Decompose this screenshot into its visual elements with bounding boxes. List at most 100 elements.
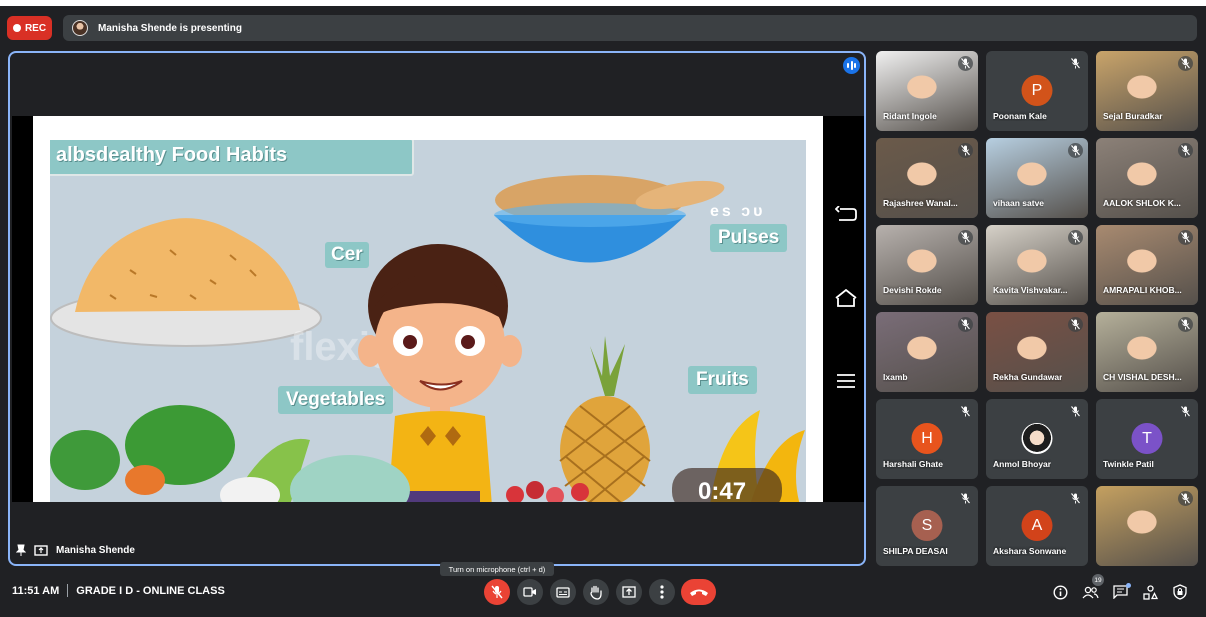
participant-tile[interactable]: vihaan satve <box>986 138 1088 218</box>
participant-name: Kavita Vishvakar... <box>993 285 1068 295</box>
activities-button[interactable] <box>1140 582 1160 602</box>
slide-title: albsdealthy Food Habits <box>50 140 414 176</box>
camera-icon <box>523 587 536 597</box>
mic-status <box>1068 317 1083 332</box>
presenting-bar: Manisha Shende is presenting <box>63 15 1197 41</box>
presenter-name: Manisha Shende <box>56 544 135 556</box>
participant-name: Akshara Sonwane <box>993 546 1067 556</box>
raise-hand-button[interactable] <box>583 579 609 605</box>
mic-status <box>1178 230 1193 245</box>
mic-muted-icon <box>1181 58 1190 69</box>
captions-button[interactable] <box>550 579 576 605</box>
participant-name: AMRAPALI KHOB... <box>1103 285 1182 295</box>
people-count-badge: 19 <box>1092 574 1104 586</box>
participant-avatar <box>1021 423 1053 454</box>
activities-icon <box>1142 584 1158 600</box>
divider <box>67 584 69 597</box>
participant-name: Rekha Gundawar <box>993 372 1063 382</box>
participant-name: Poonam Kale <box>993 111 1047 121</box>
presenter-avatar <box>72 20 88 36</box>
participant-tile[interactable]: Rajashree Wanal... <box>876 138 978 218</box>
present-now-button[interactable] <box>616 579 642 605</box>
mic-muted-icon <box>1071 493 1080 504</box>
recording-badge[interactable]: REC <box>7 16 52 40</box>
participant-name: SHILPA DEASAI <box>883 546 948 556</box>
record-dot-icon <box>12 24 21 32</box>
shield-lock-icon <box>1173 584 1187 600</box>
mic-status <box>1178 56 1193 71</box>
mic-muted-icon <box>961 319 970 330</box>
participant-tile[interactable]: Anmol Bhoyar <box>986 399 1088 479</box>
mic-status <box>958 143 973 158</box>
mic-status <box>1068 143 1083 158</box>
mic-status <box>1068 230 1083 245</box>
participant-avatar: A <box>1021 510 1053 541</box>
mic-muted-icon <box>961 145 970 156</box>
present-icon <box>622 586 636 598</box>
participant-name: CH VISHAL DESH... <box>1103 372 1182 382</box>
rice-plate-icon <box>50 218 322 347</box>
more-icon <box>660 585 664 599</box>
participant-name: Twinkle Patil <box>1103 459 1154 469</box>
menu-icon[interactable] <box>836 374 856 388</box>
participant-tile[interactable]: Ridant Ingole <box>876 51 978 131</box>
shared-screen: albsdealthy Food Habits Cer es ɔᴜ Pulses… <box>12 116 864 502</box>
mic-toggle-button[interactable] <box>484 579 510 605</box>
mic-status <box>1178 404 1193 419</box>
participant-name: Ridant Ingole <box>883 111 937 121</box>
android-nav-bar <box>834 206 858 388</box>
mic-muted-icon <box>961 406 970 417</box>
mic-muted-icon <box>1181 232 1190 243</box>
host-controls-button[interactable] <box>1170 582 1190 602</box>
vegetables-icon <box>50 405 410 502</box>
presentation-stage[interactable]: albsdealthy Food Habits Cer es ɔᴜ Pulses… <box>8 51 866 566</box>
recording-label: REC <box>24 22 47 34</box>
participant-tile[interactable]: Rekha Gundawar <box>986 312 1088 392</box>
pin-icon[interactable] <box>16 544 26 556</box>
participant-tile[interactable]: Kavita Vishvakar... <box>986 225 1088 305</box>
mic-status <box>1178 317 1193 332</box>
participant-tile[interactable]: T Twinkle Patil <box>1096 399 1198 479</box>
info-icon <box>1052 584 1068 600</box>
camera-toggle-button[interactable] <box>517 579 543 605</box>
participant-name: AALOK SHLOK K... <box>1103 198 1181 208</box>
participant-name: Harshali Ghate <box>883 459 943 469</box>
chat-notification-dot <box>1126 583 1131 588</box>
stage-footer: Manisha Shende <box>16 544 135 556</box>
home-icon[interactable] <box>834 289 858 307</box>
meeting-time: 11:51 AM <box>12 584 60 597</box>
leave-call-button[interactable] <box>681 579 716 605</box>
participant-tile[interactable]: Ixamb <box>876 312 978 392</box>
participant-tile[interactable]: Devishi Rokde <box>876 225 978 305</box>
back-icon[interactable] <box>835 206 857 222</box>
participant-tile[interactable]: CH VISHAL DESH... <box>1096 312 1198 392</box>
mic-muted-icon <box>1181 319 1190 330</box>
participant-name: Sejal Buradkar <box>1103 111 1163 121</box>
mic-muted-icon <box>1071 145 1080 156</box>
participant-name: Rajashree Wanal... <box>883 198 958 208</box>
participant-tile[interactable]: P Poonam Kale <box>986 51 1088 131</box>
participant-tile[interactable]: H Harshali Ghate <box>876 399 978 479</box>
participant-name: vihaan satve <box>993 198 1045 208</box>
participant-name: Ixamb <box>883 372 908 382</box>
berries-icon <box>506 481 589 502</box>
participant-tile[interactable]: A Akshara Sonwane <box>986 486 1088 566</box>
participant-tile[interactable]: S SHILPA DEASAI <box>876 486 978 566</box>
mic-muted-icon <box>1071 232 1080 243</box>
participant-tile[interactable]: AMRAPALI KHOB... <box>1096 225 1198 305</box>
mic-status <box>1178 143 1193 158</box>
participant-tile[interactable]: Sejal Buradkar <box>1096 51 1198 131</box>
mic-off-icon <box>491 585 503 599</box>
participant-avatar: T <box>1131 423 1163 454</box>
participants-grid: Ridant Ingole P Poonam Kale Sejal Buradkar R… <box>876 51 1198 567</box>
mic-muted-icon <box>961 58 970 69</box>
participant-tile[interactable] <box>1096 486 1198 566</box>
participant-avatar: S <box>911 510 943 541</box>
meeting-details-button[interactable] <box>1050 582 1070 602</box>
more-options-button[interactable] <box>649 579 675 605</box>
mic-muted-icon <box>961 232 970 243</box>
participant-tile[interactable]: AALOK SHLOK K... <box>1096 138 1198 218</box>
chat-icon <box>1112 585 1128 599</box>
label-pulses: Pulses <box>710 224 788 252</box>
label-pulses-partial: es ɔᴜ <box>710 203 766 220</box>
